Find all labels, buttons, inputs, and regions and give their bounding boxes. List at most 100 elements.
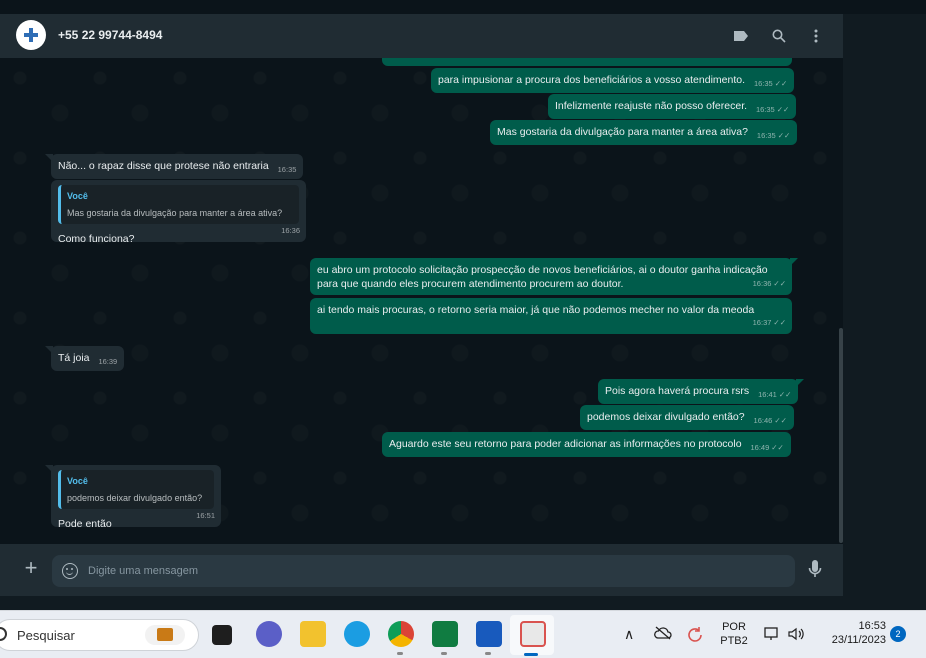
message-bubble-outgoing[interactable]: Pois agora haverá procura rsrs 16:41 ✓✓ xyxy=(598,379,805,404)
message-bubble-incoming[interactable]: Tá joia 16:39 xyxy=(45,346,125,371)
double-check-icon: ✓✓ xyxy=(773,318,786,327)
message-text: para impusionar a procura dos beneficiár… xyxy=(438,74,746,86)
taskbar-search[interactable]: Pesquisar xyxy=(0,619,199,651)
keyboard-layout: PTB2 xyxy=(720,635,748,647)
search-label: Pesquisar xyxy=(17,628,75,643)
message-text: Mas gostaria da divulgação para manter a… xyxy=(497,126,748,138)
message-text: Pois agora haverá procura rsrs xyxy=(605,385,750,397)
message-time: 16:49 xyxy=(750,443,770,452)
contact-name[interactable]: +55 22 99744-8494 xyxy=(58,28,162,42)
top-edge xyxy=(0,0,926,14)
double-check-icon: ✓✓ xyxy=(774,416,787,425)
message-bubble-outgoing[interactable]: podemos deixar divulgado então? 16:46 ✓✓ xyxy=(580,405,794,430)
bubble-tail xyxy=(45,154,53,162)
clock-time: 16:53 xyxy=(858,620,886,632)
quoted-message[interactable]: Você podemos deixar divulgado então? xyxy=(58,470,214,509)
quoted-message[interactable]: Você Mas gostaria da divulgação para man… xyxy=(58,185,299,224)
message-list[interactable]: para impusionar a procura dos beneficiár… xyxy=(0,58,843,544)
message-bubble-outgoing[interactable]: para impusionar a procura dos beneficiár… xyxy=(431,68,795,93)
background-desktop-bottom xyxy=(0,596,926,610)
network-icon[interactable] xyxy=(764,626,782,644)
message-text: ai tendo mais procuras, o retorno seria … xyxy=(317,304,755,316)
message-bubble-incoming[interactable]: Não... o rapaz disse que protese não ent… xyxy=(45,154,304,179)
message-meta: 16:41 ✓✓ xyxy=(758,390,791,399)
emoji-icon[interactable] xyxy=(62,563,78,579)
message-bubble-incoming-reply[interactable]: Você Mas gostaria da divulgação para man… xyxy=(51,180,306,245)
search-highlight-image xyxy=(145,625,185,645)
message-bubble-outgoing[interactable]: Mas gostaria da divulgação para manter a… xyxy=(490,120,798,145)
message-text: Pode então xyxy=(58,518,112,530)
message-meta: 16:49 ✓✓ xyxy=(750,443,783,452)
double-check-icon: ✓✓ xyxy=(773,279,786,288)
message-meta: 16:37 ✓✓ xyxy=(753,316,786,330)
quote-author: Você xyxy=(67,476,88,486)
double-check-icon: ✓✓ xyxy=(774,79,788,88)
chrome-icon[interactable] xyxy=(388,621,414,647)
message-time: 16:36 xyxy=(752,279,772,288)
file-explorer-icon[interactable] xyxy=(300,621,326,647)
double-check-icon: ✓✓ xyxy=(776,105,790,114)
snipping-tool-icon[interactable] xyxy=(520,621,546,647)
running-indicator xyxy=(485,652,491,655)
task-view-icon[interactable] xyxy=(212,625,232,645)
clock[interactable]: 16:53 23/11/2023 xyxy=(818,620,886,646)
label-icon[interactable] xyxy=(731,26,751,46)
briefcase-icon xyxy=(157,628,173,641)
kebab-menu-icon[interactable] xyxy=(806,26,826,46)
message-text: Como funciona? xyxy=(58,233,135,245)
message-time: 16:51 xyxy=(196,511,215,520)
message-bubble-partial xyxy=(382,58,792,66)
double-check-icon: ✓✓ xyxy=(771,443,784,452)
message-time: 16:35 xyxy=(755,105,775,114)
message-time: 16:37 xyxy=(752,318,772,327)
message-meta: 16:46 ✓✓ xyxy=(754,416,787,425)
attach-plus-icon[interactable]: + xyxy=(20,557,42,580)
chevron-up-icon[interactable]: ∧ xyxy=(624,626,642,644)
notification-badge[interactable]: 2 xyxy=(890,626,906,642)
running-indicator xyxy=(441,652,447,655)
search-icon[interactable] xyxy=(769,26,789,46)
message-bubble-incoming-reply[interactable]: Você podemos deixar divulgado então? Pod… xyxy=(45,465,221,530)
message-meta: 16:35 ✓✓ xyxy=(756,105,789,114)
message-time: 16:35 xyxy=(277,165,297,174)
quote-author: Você xyxy=(67,191,88,201)
message-bubble-outgoing[interactable]: ai tendo mais procuras, o retorno seria … xyxy=(310,298,792,334)
teams-meet-icon[interactable] xyxy=(256,621,282,647)
whatsapp-window: +55 22 99744-8494 para impusionar a proc… xyxy=(0,14,843,596)
message-input-container xyxy=(52,555,795,587)
message-time: 16:35 xyxy=(753,79,773,88)
windows-taskbar: Pesquisar ∧ POR PTB2 16:53 23/11/2023 2 xyxy=(0,610,926,658)
message-meta: 16:35 ✓✓ xyxy=(757,131,790,140)
message-time: 16:41 xyxy=(758,390,777,399)
message-meta: 16:35 xyxy=(278,165,297,174)
message-text: Tá joia xyxy=(58,352,90,364)
message-input[interactable] xyxy=(88,555,778,587)
excel-icon[interactable] xyxy=(432,621,458,647)
volume-icon[interactable] xyxy=(787,626,805,644)
microphone-icon[interactable] xyxy=(808,559,822,581)
bubble-tail xyxy=(45,465,53,473)
bubble-tail xyxy=(796,379,805,387)
message-text: Aguardo este seu retorno para poder adic… xyxy=(389,438,742,450)
message-text: Infelizmente reajuste não posso oferecer… xyxy=(555,100,748,112)
word-icon[interactable] xyxy=(476,621,502,647)
sync-icon[interactable] xyxy=(686,626,704,644)
message-time: 16:35 xyxy=(756,131,776,140)
message-text: Não... o rapaz disse que protese não ent… xyxy=(58,160,269,172)
bubble-tail xyxy=(790,258,798,266)
message-bubble-outgoing[interactable]: eu abro um protocolo solicitação prospec… xyxy=(310,258,798,295)
contact-avatar[interactable] xyxy=(16,20,46,50)
double-check-icon: ✓✓ xyxy=(778,390,792,399)
bubble-tail xyxy=(45,346,53,354)
background-desktop xyxy=(843,14,926,596)
message-meta: 16:35 ✓✓ xyxy=(754,79,787,88)
message-meta: 16:36 ✓✓ xyxy=(753,277,786,291)
message-text: eu abro um protocolo solicitação prospec… xyxy=(317,264,768,290)
message-time: 16:46 xyxy=(753,416,773,425)
edge-browser-icon[interactable] xyxy=(344,621,370,647)
message-bubble-outgoing[interactable]: Aguardo este seu retorno para poder adic… xyxy=(382,432,791,457)
message-text: podemos deixar divulgado então? xyxy=(587,411,745,423)
cloud-offline-icon[interactable] xyxy=(654,626,672,644)
message-bubble-outgoing[interactable]: Infelizmente reajuste não posso oferecer… xyxy=(548,94,797,119)
language-indicator[interactable]: POR PTB2 xyxy=(720,621,748,647)
